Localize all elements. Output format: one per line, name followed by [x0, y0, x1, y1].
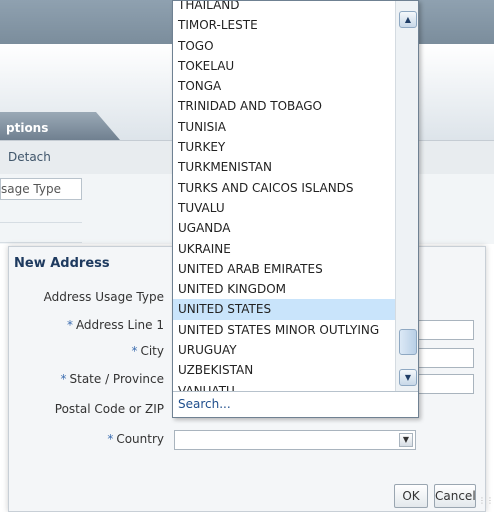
required-marker: *: [66, 318, 73, 332]
detach-button[interactable]: Detach: [8, 150, 51, 164]
table-row: [0, 222, 82, 223]
list-item-selected[interactable]: UNITED STATES: [173, 299, 395, 320]
list-item[interactable]: THAILAND: [173, 1, 395, 15]
column-header-usage-type[interactable]: sage Type: [0, 178, 82, 200]
list-item[interactable]: TRINIDAD AND TOBAGO: [173, 96, 395, 116]
list-item[interactable]: UKRAINE: [173, 239, 395, 259]
list-item[interactable]: TUNISIA: [173, 117, 395, 137]
list-item[interactable]: VANUATU: [173, 381, 395, 391]
list-item[interactable]: UGANDA: [173, 218, 395, 238]
list-item[interactable]: TOKELAU: [173, 56, 395, 76]
list-item[interactable]: TONGA: [173, 76, 395, 96]
postal-code-label: Postal Code or ZIP: [54, 402, 164, 416]
list-scrollbar[interactable]: ▲ ▼: [395, 1, 418, 391]
required-marker: *: [131, 344, 138, 358]
state-province-label: * State / Province: [60, 372, 165, 386]
required-marker: *: [107, 432, 114, 446]
caret-down-icon[interactable]: ▼: [399, 433, 413, 447]
list-item[interactable]: UNITED KINGDOM: [173, 279, 395, 299]
list-item[interactable]: TURKMENISTAN: [173, 157, 395, 177]
country-label: * Country: [107, 432, 164, 446]
address-usage-type-label: Address Usage Type: [43, 290, 164, 304]
list-item[interactable]: UZBEKISTAN: [173, 360, 395, 380]
list-item[interactable]: TURKEY: [173, 137, 395, 157]
search-link[interactable]: Search...: [173, 391, 418, 417]
list-item[interactable]: TURKS AND CAICOS ISLANDS: [173, 178, 395, 198]
list-item[interactable]: URUGUAY: [173, 340, 395, 360]
resize-grip-icon[interactable]: ⋮⋮: [478, 496, 494, 505]
cancel-button[interactable]: Cancel: [434, 484, 476, 508]
address-line-1-input[interactable]: [412, 320, 474, 340]
country-dropdown: THAILAND TIMOR-LESTE TOGO TOKELAU TONGA …: [172, 0, 419, 418]
table-row: [0, 242, 82, 243]
country-list[interactable]: THAILAND TIMOR-LESTE TOGO TOKELAU TONGA …: [173, 1, 395, 391]
list-item[interactable]: TUVALU: [173, 198, 395, 218]
list-item[interactable]: UNITED STATES MINOR OUTLYING: [173, 320, 395, 340]
chevron-up-icon[interactable]: ▲: [399, 11, 417, 28]
chevron-down-icon[interactable]: ▼: [399, 369, 417, 386]
ok-button[interactable]: OK: [394, 484, 428, 508]
tab-label: ptions: [6, 121, 49, 135]
city-label: * City: [131, 344, 164, 358]
list-item[interactable]: TIMOR-LESTE: [173, 15, 395, 35]
required-marker: *: [60, 372, 67, 386]
country-select[interactable]: ▼: [174, 430, 416, 450]
city-input[interactable]: [412, 348, 474, 368]
list-item[interactable]: TOGO: [173, 36, 395, 56]
scrollbar-thumb[interactable]: [399, 329, 417, 355]
address-line-1-label: * Address Line 1: [66, 318, 164, 332]
state-province-input[interactable]: [412, 374, 474, 394]
list-item[interactable]: UNITED ARAB EMIRATES: [173, 259, 395, 279]
dialog-title: New Address: [14, 256, 110, 271]
